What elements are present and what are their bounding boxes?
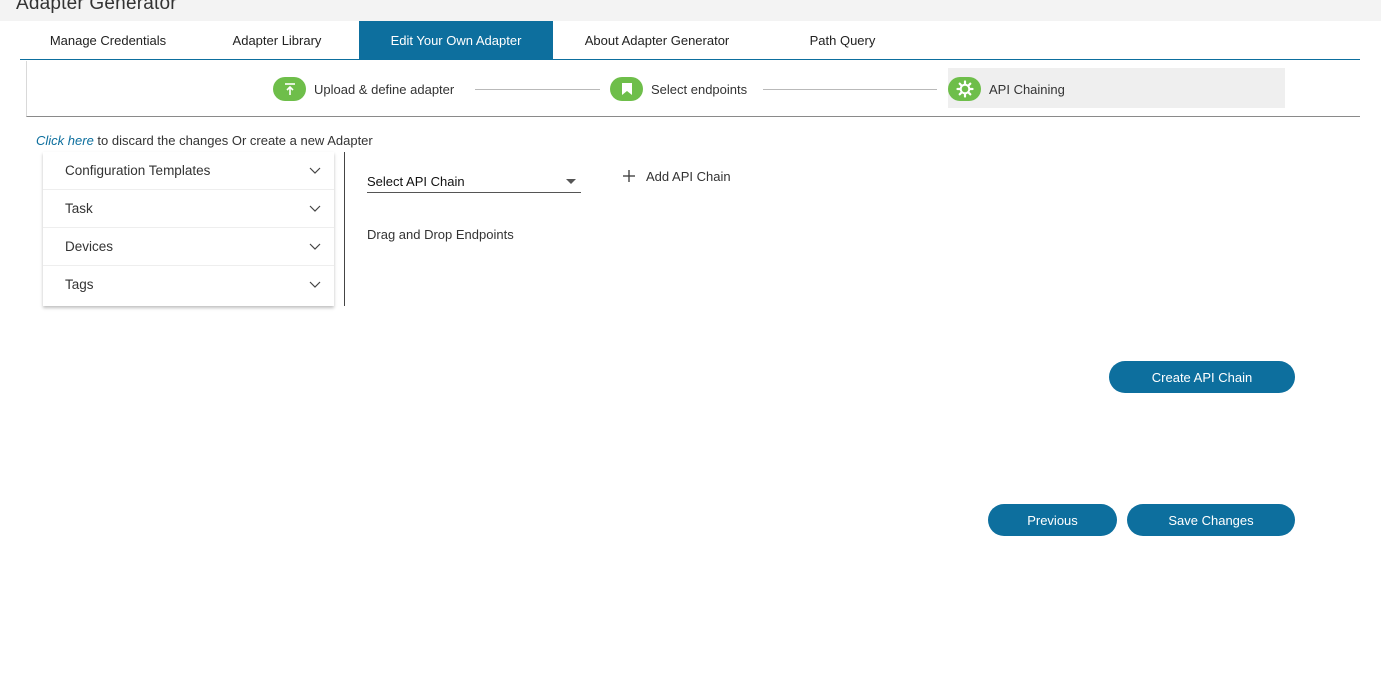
discard-link[interactable]: Click here xyxy=(36,133,94,148)
gear-icon xyxy=(948,77,981,101)
app-header: Adapter Generator xyxy=(0,0,1381,21)
step-label: Upload & define adapter xyxy=(314,81,455,97)
endpoint-accordion: Configuration Templates Task Devices Tag… xyxy=(43,152,334,306)
previous-button[interactable]: Previous xyxy=(988,504,1117,536)
discard-text: to discard the changes Or create a new A… xyxy=(93,133,373,148)
step-connector xyxy=(763,89,937,90)
upload-icon xyxy=(273,77,306,101)
step-select-endpoints[interactable]: Select endpoints xyxy=(610,76,747,102)
accordion-label: Task xyxy=(65,201,93,216)
step-label: API Chaining xyxy=(989,81,1065,97)
app-title: Adapter Generator xyxy=(16,0,177,14)
discard-changes-notice: Click here to discard the changes Or cre… xyxy=(36,133,373,148)
accordion-item-tags[interactable]: Tags xyxy=(43,266,334,304)
accordion-item-configuration-templates[interactable]: Configuration Templates xyxy=(43,152,334,190)
tab-adapter-library[interactable]: Adapter Library xyxy=(196,21,358,60)
chevron-down-icon xyxy=(309,167,321,174)
tab-about-adapter-generator[interactable]: About Adapter Generator xyxy=(553,21,761,60)
accordion-label: Tags xyxy=(65,277,94,292)
accordion-item-task[interactable]: Task xyxy=(43,190,334,228)
accordion-label: Devices xyxy=(65,239,114,254)
tab-manage-credentials[interactable]: Manage Credentials xyxy=(20,21,196,60)
api-chain-select-value: Select API Chain xyxy=(367,174,465,189)
step-upload-define[interactable]: Upload & define adapter xyxy=(273,76,454,102)
add-api-chain-button[interactable]: Add API Chain xyxy=(621,166,731,186)
main-tabs: Manage Credentials Adapter Library Edit … xyxy=(20,21,1360,60)
step-connector xyxy=(475,89,600,90)
bookmark-icon xyxy=(610,77,643,101)
chevron-down-icon xyxy=(309,281,321,288)
step-api-chaining[interactable]: API Chaining xyxy=(948,76,1065,102)
tab-edit-your-own-adapter[interactable]: Edit Your Own Adapter xyxy=(359,21,553,60)
panel-divider xyxy=(344,152,345,306)
dropdown-caret-icon xyxy=(566,179,576,184)
chevron-down-icon xyxy=(309,243,321,250)
create-api-chain-button[interactable]: Create API Chain xyxy=(1109,361,1295,393)
plus-icon xyxy=(623,170,635,182)
save-changes-button[interactable]: Save Changes xyxy=(1127,504,1295,536)
accordion-label: Configuration Templates xyxy=(65,163,211,178)
add-api-chain-label: Add API Chain xyxy=(646,168,731,184)
wizard-stepper: Upload & define adapter Select endpoints xyxy=(26,61,1360,117)
api-chain-select[interactable]: Select API Chain xyxy=(367,168,581,193)
chevron-down-icon xyxy=(309,205,321,212)
tab-path-query[interactable]: Path Query xyxy=(761,21,924,60)
drag-drop-endpoints-area[interactable]: Drag and Drop Endpoints xyxy=(367,227,514,242)
accordion-item-devices[interactable]: Devices xyxy=(43,228,334,266)
step-label: Select endpoints xyxy=(651,81,748,97)
